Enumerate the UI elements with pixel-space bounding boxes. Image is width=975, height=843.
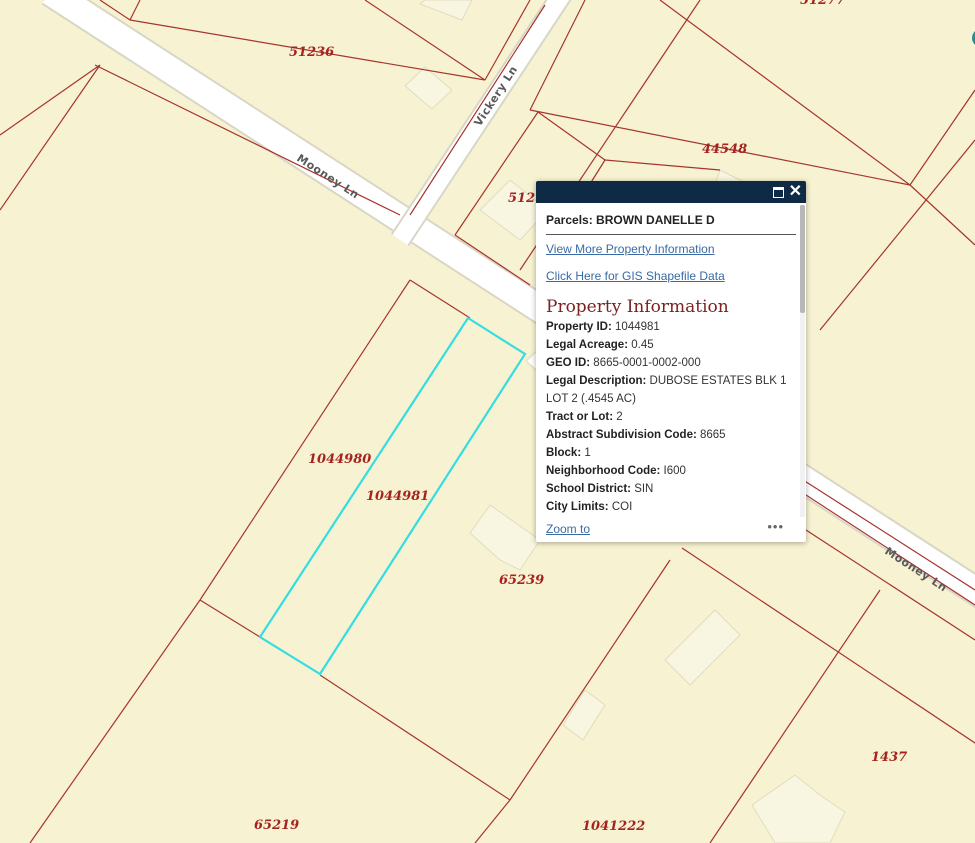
- view-more-property-link[interactable]: View More Property Information: [546, 243, 796, 256]
- close-icon[interactable]: ✕: [789, 183, 802, 201]
- field-legal-description: Legal Description: DUBOSE ESTATES BLK 1 …: [546, 375, 787, 405]
- field-abstract-subdivision-code: Abstract Subdivision Code: 8665: [546, 429, 726, 441]
- field-city-limits: City Limits: COI: [546, 501, 633, 513]
- field-block: Block: 1: [546, 447, 591, 459]
- popup-title: Parcels: BROWN DANELLE D: [546, 203, 796, 235]
- parcel-label: 44548: [702, 142, 747, 157]
- parcel-label: 1437: [871, 750, 907, 765]
- field-legal-acreage: Legal Acreage: 0.45: [546, 339, 654, 351]
- parcel-label: 51236: [289, 45, 334, 60]
- field-school-district: School District: SIN: [546, 483, 654, 495]
- parcel-label: 65219: [254, 818, 299, 833]
- field-property-id: Property ID: 1044981: [546, 321, 660, 333]
- field-neighborhood-code: Neighborhood Code: I600: [546, 465, 686, 477]
- parcel-label: 512: [508, 191, 535, 206]
- zoom-to-link[interactable]: Zoom to: [546, 522, 590, 536]
- popup-scrollbar-thumb[interactable]: [800, 205, 805, 313]
- popup-title-label: Parcels:: [546, 213, 593, 227]
- field-geo-id: GEO ID: 8665-0001-0002-000: [546, 357, 701, 369]
- section-title: Property Information: [546, 297, 729, 317]
- parcel-label: 1044981: [366, 489, 429, 504]
- popup-body[interactable]: Parcels: BROWN DANELLE D View More Prope…: [536, 203, 806, 522]
- gis-shapefile-link[interactable]: Click Here for GIS Shapefile Data: [546, 270, 796, 283]
- maximize-icon[interactable]: [773, 183, 784, 202]
- property-popup: ✕ Parcels: BROWN DANELLE D View More Pro…: [536, 181, 806, 542]
- parcel-label: 1041222: [582, 819, 645, 834]
- owner-name: BROWN DANELLE D: [596, 213, 715, 227]
- field-tract-or-lot: Tract or Lot: 2: [546, 411, 623, 423]
- map-canvas[interactable]: 51236 44548 512 1044980 1044981 65239 65…: [0, 0, 975, 843]
- parcel-label: 1044980: [308, 452, 371, 467]
- parcel-label: 51277: [800, 0, 845, 8]
- popup-footer: Zoom to •••: [546, 519, 796, 536]
- popup-header: ✕: [536, 181, 806, 203]
- more-options-icon[interactable]: •••: [767, 519, 784, 534]
- parcel-label: 65239: [499, 573, 544, 588]
